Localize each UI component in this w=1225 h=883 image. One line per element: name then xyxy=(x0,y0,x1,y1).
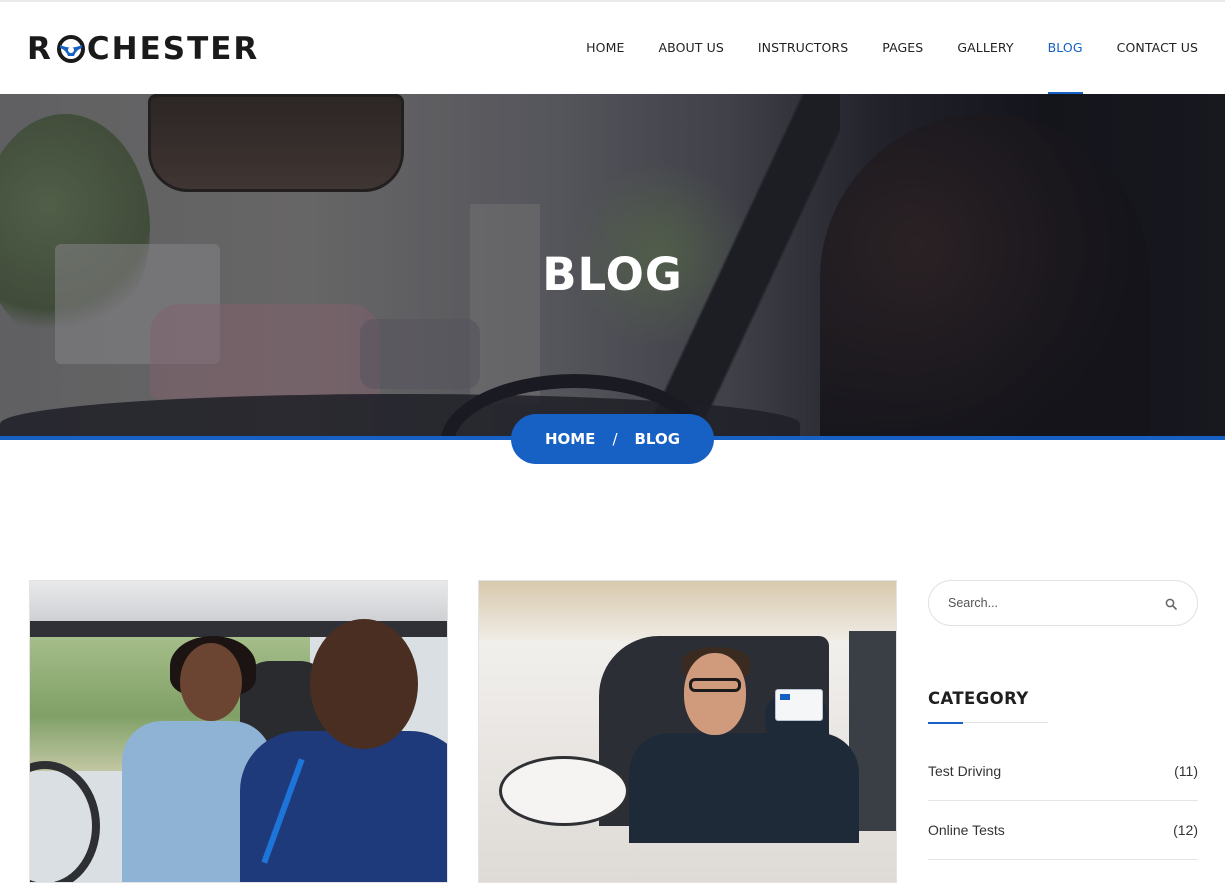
search-input[interactable] xyxy=(948,581,1158,625)
steering-wheel-icon xyxy=(56,35,85,63)
blog-post-image[interactable] xyxy=(478,580,897,883)
nav-about-us[interactable]: ABOUT US xyxy=(658,2,723,94)
page-title: BLOG xyxy=(542,248,683,301)
nav-contact-us[interactable]: CONTACT US xyxy=(1117,2,1198,94)
page-hero: BLOG xyxy=(0,94,1225,436)
category-label: Test Driving xyxy=(928,763,1002,779)
heading-accent xyxy=(928,722,963,724)
search-icon[interactable] xyxy=(1165,598,1177,610)
category-count: (12) xyxy=(1173,822,1198,838)
main-nav: HOME ABOUT US INSTRUCTORS PAGES GALLERY … xyxy=(552,2,1198,96)
license-card xyxy=(775,689,823,721)
nav-gallery[interactable]: GALLERY xyxy=(957,2,1013,94)
nav-blog[interactable]: BLOG xyxy=(1047,2,1083,96)
breadcrumb-separator: / xyxy=(612,430,618,448)
category-item-online-tests[interactable]: Online Tests (12) xyxy=(928,801,1198,860)
search-box xyxy=(928,580,1198,626)
breadcrumb: HOME / BLOG xyxy=(511,414,714,464)
blog-post-image[interactable] xyxy=(29,580,448,883)
site-header: R CHESTER HOME ABOUT US INSTRUCTORS PAGE… xyxy=(0,0,1225,96)
nav-instructors[interactable]: INSTRUCTORS xyxy=(758,2,848,94)
category-heading: CATEGORY xyxy=(928,689,1029,708)
category-label: Online Tests xyxy=(928,822,1005,838)
site-logo[interactable]: R CHESTER xyxy=(27,31,259,67)
nav-home[interactable]: HOME xyxy=(586,2,624,94)
breadcrumb-home[interactable]: HOME xyxy=(545,430,595,448)
logo-prefix: R xyxy=(27,31,53,67)
category-count: (11) xyxy=(1174,763,1198,779)
logo-suffix: CHESTER xyxy=(86,31,260,67)
nav-pages[interactable]: PAGES xyxy=(882,2,923,94)
breadcrumb-current: BLOG xyxy=(634,430,681,448)
category-item-test-driving[interactable]: Test Driving (11) xyxy=(928,742,1198,801)
